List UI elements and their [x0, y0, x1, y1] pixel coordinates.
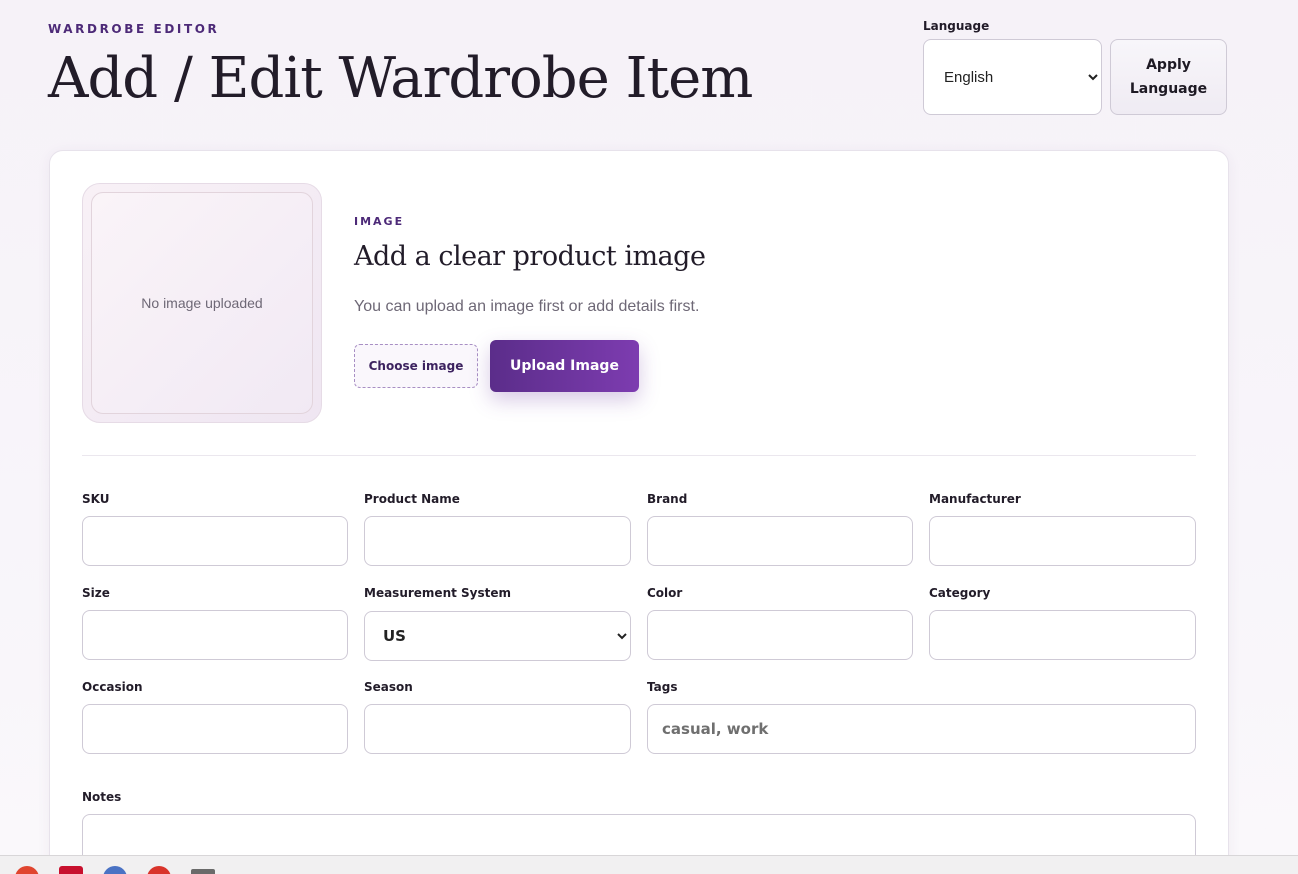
page-header: WARDROBE EDITOR Add / Edit Wardrobe Item: [48, 22, 753, 111]
language-label: Language: [923, 19, 990, 33]
apply-language-label: Apply Language: [1129, 57, 1208, 97]
page-eyebrow: WARDROBE EDITOR: [48, 22, 220, 36]
image-preview: No image uploaded: [82, 183, 322, 423]
color-label: Color: [647, 586, 683, 600]
occasion-label: Occasion: [82, 680, 143, 694]
choose-image-button[interactable]: Choose image: [354, 344, 478, 388]
product-name-label: Product Name: [364, 492, 460, 506]
tags-input[interactable]: [647, 704, 1196, 754]
item-editor-card: No image uploaded IMAGE Add a clear prod…: [49, 150, 1229, 874]
tags-field: Tags: [647, 680, 1196, 754]
manufacturer-field: Manufacturer: [929, 492, 1196, 566]
tags-label: Tags: [647, 680, 678, 694]
image-placeholder: No image uploaded: [91, 192, 313, 414]
image-section-description: You can upload an image first or add det…: [354, 298, 700, 315]
size-input[interactable]: [82, 610, 348, 660]
acrobat-icon[interactable]: [59, 866, 83, 874]
upload-row: Choose image Upload Image: [354, 340, 954, 392]
image-section-title: Add a clear product image: [354, 241, 706, 272]
sku-input[interactable]: [82, 516, 348, 566]
season-label: Season: [364, 680, 413, 694]
sku-label: SKU: [82, 492, 110, 506]
brand-input[interactable]: [647, 516, 913, 566]
chrome-icon[interactable]: [15, 866, 39, 874]
section-divider: [82, 455, 1196, 456]
manufacturer-label: Manufacturer: [929, 492, 1021, 506]
language-controls: Language English Apply Language: [923, 19, 1227, 115]
occasion-input[interactable]: [82, 704, 348, 754]
size-field: Size: [82, 586, 348, 660]
season-input[interactable]: [364, 704, 631, 754]
manufacturer-input[interactable]: [929, 516, 1196, 566]
page-title: Add / Edit Wardrobe Item: [48, 46, 753, 111]
color-input[interactable]: [647, 610, 913, 660]
brand-field: Brand: [647, 492, 913, 566]
apply-language-button[interactable]: Apply Language: [1110, 39, 1227, 115]
category-label: Category: [929, 586, 991, 600]
notes-label: Notes: [82, 790, 122, 804]
notes-field: Notes: [82, 790, 1196, 874]
category-field: Category: [929, 586, 1196, 660]
season-field: Season: [364, 680, 631, 754]
measurement-system-select[interactable]: US: [364, 611, 631, 661]
browser-icon[interactable]: [103, 866, 127, 874]
image-section: IMAGE Add a clear product image You can …: [354, 215, 954, 392]
app-icon[interactable]: [147, 866, 171, 874]
color-field: Color: [647, 586, 913, 660]
no-image-text: No image uploaded: [141, 295, 263, 311]
size-label: Size: [82, 586, 110, 600]
measurement-system-label: Measurement System: [364, 586, 512, 600]
image-eyebrow: IMAGE: [354, 215, 405, 228]
category-input[interactable]: [929, 610, 1196, 660]
upload-image-button[interactable]: Upload Image: [490, 340, 639, 392]
measurement-system-field: Measurement System US: [364, 586, 631, 661]
folder-icon[interactable]: [191, 869, 215, 874]
brand-label: Brand: [647, 492, 688, 506]
language-row: English Apply Language: [923, 39, 1227, 115]
language-select[interactable]: English: [923, 39, 1102, 115]
product-name-input[interactable]: [364, 516, 631, 566]
taskbar: [0, 855, 1298, 874]
occasion-field: Occasion: [82, 680, 348, 754]
sku-field: SKU: [82, 492, 348, 566]
product-name-field: Product Name: [364, 492, 631, 566]
